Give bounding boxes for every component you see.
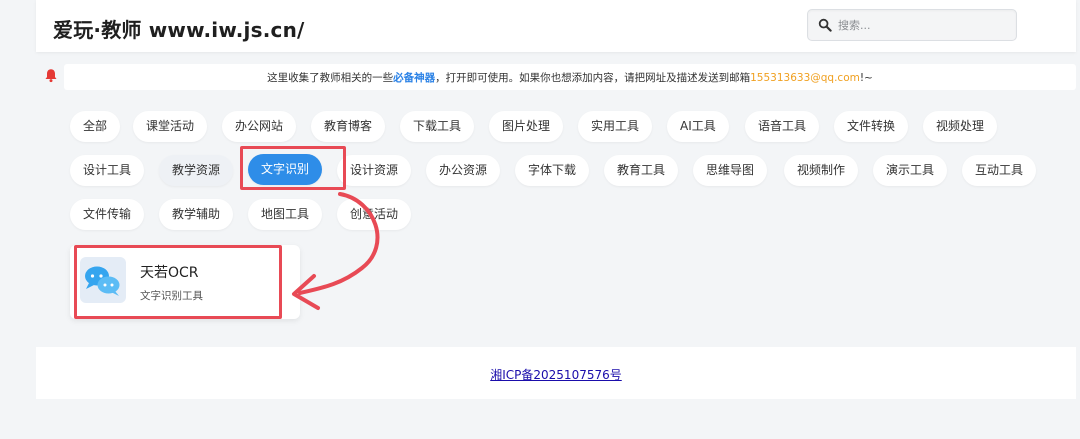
notice-bar: 这里收集了教师相关的一些必备神器，打开即可使用。如果你也想添加内容，请把网址及描… bbox=[64, 64, 1076, 90]
tag-mind-map[interactable]: 思维导图 bbox=[693, 155, 768, 186]
tag-all[interactable]: 全部 bbox=[70, 111, 121, 142]
notice-text-before: 这里收集了教师相关的一些 bbox=[267, 72, 394, 84]
tag-office-resources[interactable]: 办公资源 bbox=[426, 155, 501, 186]
tag-image-processing[interactable]: 图片处理 bbox=[489, 111, 564, 142]
tag-design-tools[interactable]: 设计工具 bbox=[70, 155, 145, 186]
site-footer: 湘ICP备2025107576号 bbox=[36, 347, 1076, 399]
tag-video-production[interactable]: 视频制作 bbox=[784, 155, 859, 186]
bell-icon bbox=[45, 69, 57, 83]
annotation-box-card bbox=[74, 245, 282, 319]
tag-classroom-activity[interactable]: 课堂活动 bbox=[133, 111, 208, 142]
notice-text-after: !~ bbox=[859, 72, 873, 84]
tag-interactive-tools[interactable]: 互动工具 bbox=[962, 155, 1037, 186]
tag-education-blog[interactable]: 教育博客 bbox=[311, 111, 386, 142]
annotation-arrow bbox=[292, 192, 380, 310]
tag-presentation-tools[interactable]: 演示工具 bbox=[873, 155, 948, 186]
icp-link[interactable]: 湘ICP备2025107576号 bbox=[36, 366, 1076, 383]
tag-utility-tools[interactable]: 实用工具 bbox=[578, 111, 653, 142]
site-title[interactable]: 爱玩·教师 www.iw.js.cn/ bbox=[53, 14, 305, 43]
tag-teaching-aid[interactable]: 教学辅助 bbox=[159, 199, 234, 230]
tag-ai-tools[interactable]: AI工具 bbox=[667, 111, 729, 142]
tag-video-processing[interactable]: 视频处理 bbox=[923, 111, 998, 142]
tag-education-tools[interactable]: 教育工具 bbox=[604, 155, 679, 186]
search-box[interactable] bbox=[807, 9, 1017, 41]
site-header: 爱玩·教师 www.iw.js.cn/ bbox=[36, 0, 1076, 52]
notice-email[interactable]: 155313633@qq.com bbox=[750, 72, 860, 84]
tag-file-transfer[interactable]: 文件传输 bbox=[70, 199, 145, 230]
notice-text-middle: ，打开即可使用。如果你也想添加内容，请把网址及描述发送到邮箱 bbox=[435, 72, 751, 84]
tag-file-conversion[interactable]: 文件转换 bbox=[834, 111, 909, 142]
tag-download-tools[interactable]: 下载工具 bbox=[400, 111, 475, 142]
search-icon bbox=[818, 18, 832, 32]
tag-teaching-resources[interactable]: 教学资源 bbox=[159, 155, 234, 186]
tag-voice-tools[interactable]: 语音工具 bbox=[745, 111, 820, 142]
search-input[interactable] bbox=[838, 14, 1008, 36]
notice-text: 这里收集了教师相关的一些必备神器，打开即可使用。如果你也想添加内容，请把网址及描… bbox=[64, 70, 1076, 85]
notice-highlight: 必备神器 bbox=[393, 72, 436, 84]
tag-office-sites[interactable]: 办公网站 bbox=[222, 111, 297, 142]
tag-font-download[interactable]: 字体下载 bbox=[515, 155, 590, 186]
